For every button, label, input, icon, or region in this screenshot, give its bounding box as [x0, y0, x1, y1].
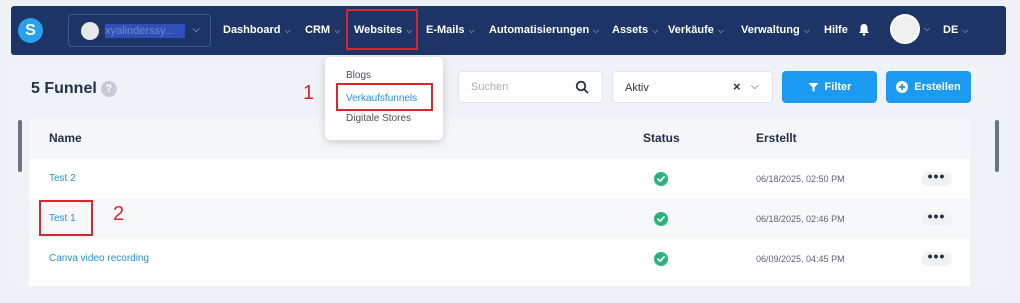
highlight-box-websites	[346, 9, 418, 50]
clear-icon[interactable]: ×	[733, 79, 741, 94]
funnel-table: Name Status Erstellt Test 2 06/18/2025, …	[29, 118, 970, 286]
app-logo-icon[interactable]: S	[18, 18, 43, 43]
main-panel: 5 Funnel? Aktiv × ⌵ Filter Erstellen Nam…	[11, 60, 1006, 286]
chevron-down-icon: ⌵	[717, 26, 724, 35]
nav-automatisierungen[interactable]: Automatisierungen ⌵	[489, 24, 599, 36]
dropdown-item-digitale-stores[interactable]: Digitale Stores	[346, 113, 411, 124]
annotation-number-2: 2	[113, 203, 125, 225]
nav-assets[interactable]: Assets ⌵	[612, 24, 658, 36]
nav-emails[interactable]: E-Mails ⌵	[426, 24, 475, 36]
page-title-text: 5 Funnel	[31, 80, 97, 97]
created-date: 06/18/2025, 02:46 PM	[756, 214, 845, 224]
chevron-down-icon: ⌵	[284, 26, 291, 35]
chevron-down-icon: ⌵	[334, 26, 341, 35]
chevron-down-icon: ⌵	[593, 26, 600, 35]
nav-dashboard[interactable]: Dashboard ⌵	[223, 24, 291, 36]
check-circle-icon	[654, 212, 668, 226]
dropdown-item-blogs[interactable]: Blogs	[346, 70, 371, 81]
funnel-name-link[interactable]: Test 2	[49, 173, 76, 184]
more-options-icon[interactable]: •••	[921, 249, 952, 266]
filter-button[interactable]: Filter	[782, 71, 877, 103]
highlight-box-test1	[39, 200, 93, 236]
filter-icon	[808, 82, 819, 92]
column-header-name[interactable]: Name	[49, 131, 82, 145]
chevron-down-icon: ⌵	[652, 26, 659, 35]
create-button[interactable]: Erstellen	[886, 71, 971, 103]
top-navigation-bar: S xyalinderssy... ⌵ Dashboard ⌵ CRM ⌵ Webs…	[11, 6, 1006, 55]
annotation-number-1: 1	[303, 82, 315, 104]
bell-icon[interactable]	[858, 23, 870, 36]
account-switcher[interactable]: xyalinderssy... ⌵	[68, 14, 211, 47]
column-header-status[interactable]: Status	[643, 131, 680, 145]
status-filter-select[interactable]: Aktiv × ⌵	[612, 71, 773, 103]
chevron-down-icon: ⌵	[803, 26, 810, 35]
check-circle-icon	[654, 172, 668, 186]
created-date: 06/09/2025, 04:45 PM	[756, 254, 845, 264]
plus-circle-icon	[896, 81, 909, 93]
nav-dashboard-label: Dashboard	[223, 24, 281, 36]
user-avatar[interactable]	[890, 14, 920, 44]
column-header-created[interactable]: Erstellt	[756, 131, 797, 145]
account-avatar	[81, 22, 99, 40]
nav-automatisierungen-label: Automatisierungen	[489, 24, 590, 36]
nav-hilfe-label: Hilfe	[824, 24, 848, 36]
more-options-icon[interactable]: •••	[921, 209, 952, 226]
status-filter-value: Aktiv	[625, 82, 649, 94]
question-mark-icon[interactable]: ?	[100, 81, 117, 97]
chevron-down-icon: ⌵	[192, 24, 200, 35]
create-button-label: Erstellen	[914, 81, 961, 93]
right-scroll-indicator[interactable]	[995, 120, 999, 172]
page-title: 5 Funnel?	[31, 80, 117, 98]
chevron-down-icon: ⌵	[468, 26, 475, 35]
created-date: 06/18/2025, 02:50 PM	[756, 174, 845, 184]
nav-crm-label: CRM	[305, 24, 331, 36]
account-name: xyalinderssy...	[105, 24, 185, 38]
nav-verkaeufe-label: Verkäufe	[668, 24, 714, 36]
table-row[interactable]: Test 1 06/18/2025, 02:46 PM •••	[29, 199, 970, 239]
search-input[interactable]	[471, 81, 571, 93]
table-header: Name Status Erstellt	[29, 118, 970, 159]
chevron-down-icon[interactable]: ⌵	[751, 81, 759, 92]
nav-assets-label: Assets	[612, 24, 649, 36]
funnel-name-link[interactable]: Canva video recording	[49, 253, 149, 264]
more-options-icon[interactable]: •••	[921, 169, 952, 186]
nav-hilfe[interactable]: Hilfe	[824, 24, 848, 36]
nav-crm[interactable]: CRM ⌵	[305, 24, 340, 36]
nav-verkaeufe[interactable]: Verkäufe ⌵	[668, 24, 724, 36]
language-label: DE	[943, 24, 959, 36]
highlight-box-verkaufsfunnels	[336, 83, 433, 111]
search-box[interactable]	[458, 71, 603, 103]
nav-emails-label: E-Mails	[426, 24, 465, 36]
left-scroll-indicator[interactable]	[18, 120, 22, 172]
filter-button-label: Filter	[824, 81, 852, 93]
search-icon[interactable]	[575, 80, 589, 94]
nav-verwaltung[interactable]: Verwaltung ⌵	[741, 24, 810, 36]
chevron-down-icon: ⌵	[962, 26, 969, 35]
chevron-down-icon[interactable]: ⌵	[924, 24, 930, 34]
table-row[interactable]: Test 2 06/18/2025, 02:50 PM •••	[29, 159, 970, 199]
language-switcher[interactable]: DE ⌵	[943, 24, 968, 36]
check-circle-icon	[654, 252, 668, 266]
table-row[interactable]: Canva video recording 06/09/2025, 04:45 …	[29, 239, 970, 279]
nav-verwaltung-label: Verwaltung	[741, 24, 800, 36]
